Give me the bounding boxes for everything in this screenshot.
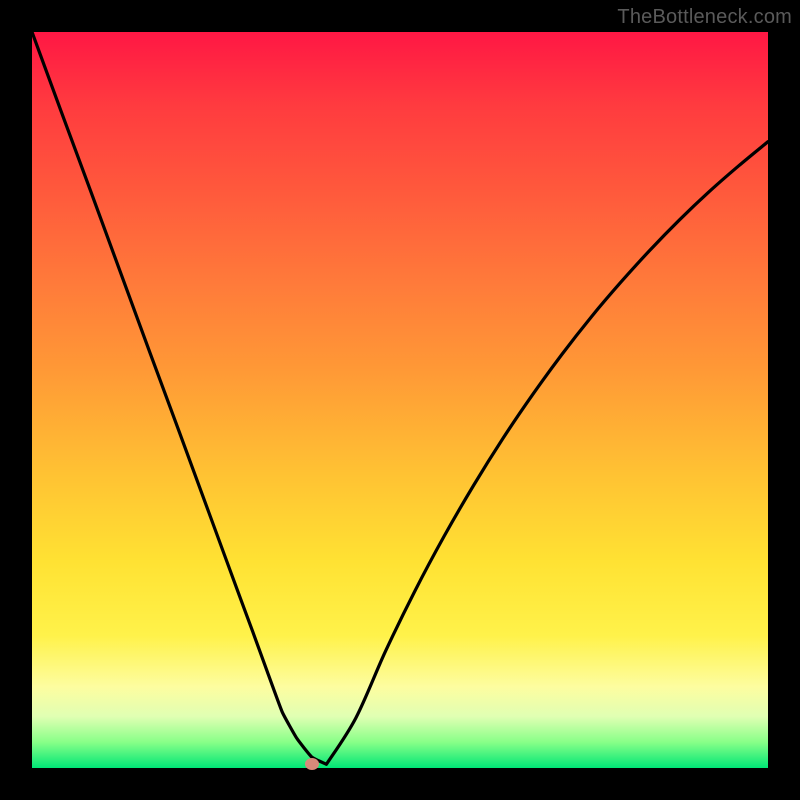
watermark-text: TheBottleneck.com [617,6,792,29]
plot-area [32,32,768,768]
bottleneck-curve [32,32,768,768]
optimal-marker [305,758,319,770]
chart-frame: TheBottleneck.com [0,0,800,800]
